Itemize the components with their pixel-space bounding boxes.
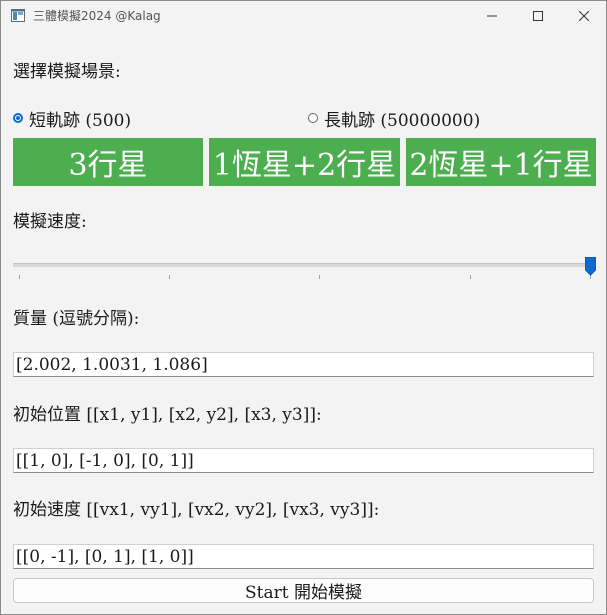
close-icon	[579, 11, 589, 21]
slider-tick	[169, 275, 170, 279]
radio-long-label: 長軌跡 (50000000)	[324, 110, 481, 131]
slider-tick	[319, 275, 320, 279]
app-icon	[11, 9, 25, 22]
mass-input[interactable]	[13, 352, 594, 377]
scenario-2-stars-1-planet-button[interactable]: 2恆星+1行星	[406, 138, 596, 186]
window-title: 三體模擬2024 @Kalag	[33, 9, 161, 23]
radio-long-trajectory[interactable]: 長軌跡 (50000000)	[308, 107, 481, 131]
radio-checked-icon	[13, 113, 23, 123]
velocity-label: 初始速度 [[vx1, vy1], [vx2, vy2], [vx3, vy3]…	[13, 500, 380, 520]
close-button[interactable]	[561, 1, 606, 31]
title-bar[interactable]: 三體模擬2024 @Kalag	[1, 1, 606, 31]
scenario-3-planets-button[interactable]: 3行星	[13, 138, 203, 186]
velocity-input[interactable]	[13, 544, 594, 569]
maximize-button[interactable]	[515, 1, 561, 31]
speed-label: 模擬速度:	[13, 212, 87, 232]
radio-short-trajectory[interactable]: 短軌跡 (500)	[13, 107, 132, 131]
maximize-icon	[533, 11, 543, 21]
app-window: 三體模擬2024 @Kalag 選擇模擬場景: 短軌跡 (500) 長軌跡 (5…	[0, 0, 607, 615]
start-button[interactable]: Start 開始模擬	[13, 578, 594, 603]
radio-unchecked-icon	[308, 113, 318, 123]
mass-label: 質量 (逗號分隔):	[13, 309, 140, 329]
minimize-button[interactable]	[469, 1, 515, 31]
position-input[interactable]	[13, 448, 594, 473]
slider-tick	[470, 275, 471, 279]
radio-short-label: 短軌跡 (500)	[29, 110, 132, 131]
scenario-1-star-2-planets-button[interactable]: 1恆星+2行星	[209, 138, 400, 186]
speed-slider-track[interactable]	[13, 263, 596, 267]
minimize-icon	[487, 15, 497, 17]
speed-slider-thumb[interactable]	[584, 256, 597, 276]
position-label: 初始位置 [[x1, y1], [x2, y2], [x3, y3]]:	[13, 405, 322, 425]
scenario-label: 選擇模擬場景:	[13, 62, 121, 82]
slider-tick	[19, 275, 20, 279]
